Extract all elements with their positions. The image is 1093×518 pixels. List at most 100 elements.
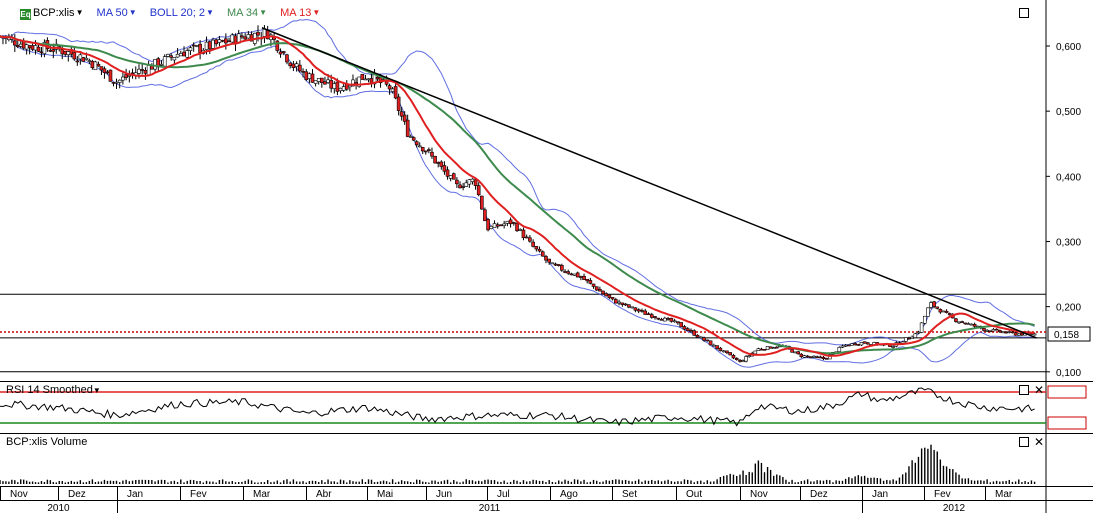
candle-body [313,80,318,84]
candle-body [60,49,65,55]
study-ma50-label: MA 50 [96,7,128,19]
candle-body [211,39,215,49]
candle-body [850,343,854,346]
candle-body [159,63,164,66]
candle-body [744,356,748,362]
price-pane-maximize-button[interactable] [1019,8,1029,18]
volume-pane-title: BCP:xlis Volume [6,436,88,448]
candle-body [316,78,321,82]
candle-body [528,237,532,242]
candle-body [569,273,574,276]
candle-body [48,50,53,52]
candle-body [486,219,490,231]
candle-body [310,73,315,83]
candle-body [620,302,625,305]
volume-pane-close-icon[interactable]: ✕ [1034,436,1044,448]
candle-body [467,179,472,185]
rsi-pane-close-icon[interactable]: ✕ [1034,384,1044,396]
x-month-label: Dez [810,489,828,500]
candle-body [405,119,410,137]
candle-body [938,309,943,313]
bollinger-lower-band [0,35,1035,368]
candle-body [455,179,459,185]
candle-body [765,346,770,350]
candle-body [499,224,503,227]
study-boll-tag[interactable]: BOLL 20; 2▼ [150,6,214,20]
candle-body [207,41,212,50]
candle-body [220,40,225,42]
candle-body [214,39,218,45]
y-tick-label: 0,100 [1056,368,1081,379]
candle-body [771,347,776,350]
dropdown-arrow-icon: ▼ [75,8,84,17]
candle-body [969,323,974,326]
candle-body [36,46,41,52]
candle-body [78,54,83,60]
candle-body [991,329,996,332]
candle-body [464,182,469,187]
candle-body [93,61,98,71]
x-month-label: Set [622,489,637,500]
candle-body [640,310,644,312]
candle-body [518,229,523,231]
candle-body [712,344,716,347]
candle-body [762,349,767,351]
candle-body [963,322,968,325]
dropdown-arrow-icon[interactable]: ▼ [93,386,101,395]
x-month-label: Abr [316,489,332,500]
x-month-label: Nov [10,489,28,500]
rsi-level-box [1047,385,1087,399]
candle-body [815,356,819,359]
candle-body [505,220,510,224]
study-boll-label: BOLL 20; 2 [149,7,205,19]
candle-body [653,316,657,318]
x-year-label: 2011 [479,503,501,513]
candle-body [323,81,327,85]
candle-body [90,61,95,69]
candle-body [843,344,848,347]
candle-body [281,51,286,54]
candle-body [666,318,670,320]
candle-body [436,162,441,164]
candle-body [679,322,683,328]
candle-body [553,263,558,266]
candle-body [659,319,664,321]
candle-body [291,63,296,68]
candle-body [24,44,29,50]
candle-body [480,195,484,210]
candle-body [907,337,911,340]
candle-body [39,51,44,54]
candle-body [294,63,299,67]
candle-body [179,53,183,57]
study-ma50-tag[interactable]: MA 50▼ [97,6,137,20]
candle-body [256,31,260,36]
candle-body [837,347,842,352]
volume-pane-maximize-button[interactable] [1019,437,1029,447]
rsi-pane-header: RSI 14 Smoothed▼ [6,384,101,397]
candle-body [175,53,180,58]
x-year-label: 2010 [47,503,70,513]
candle-body [926,307,930,317]
rsi-line [0,387,1035,427]
candle-body [243,36,247,40]
symbol-selector[interactable]: Eq BCP:xlis▼ [20,6,83,20]
rsi-pane-maximize-button[interactable] [1019,385,1029,395]
candle-body [623,303,628,306]
candle-body [81,57,86,62]
candle-body [705,339,710,342]
candle-body [451,173,456,180]
candle-body [18,43,23,47]
candle-body [524,236,529,239]
candle-body [734,358,739,360]
study-ma34-tag[interactable]: MA 34▼ [227,6,267,20]
candle-body [563,271,567,273]
candle-body [636,309,641,312]
candle-body [721,350,726,353]
candle-body [1032,333,1037,336]
candle-body [198,43,202,53]
candle-body [66,51,71,56]
study-ma13-tag[interactable]: MA 13▼ [280,6,320,20]
candle-body [824,358,829,360]
candle-body [87,60,92,62]
dropdown-arrow-icon: ▼ [128,8,137,17]
